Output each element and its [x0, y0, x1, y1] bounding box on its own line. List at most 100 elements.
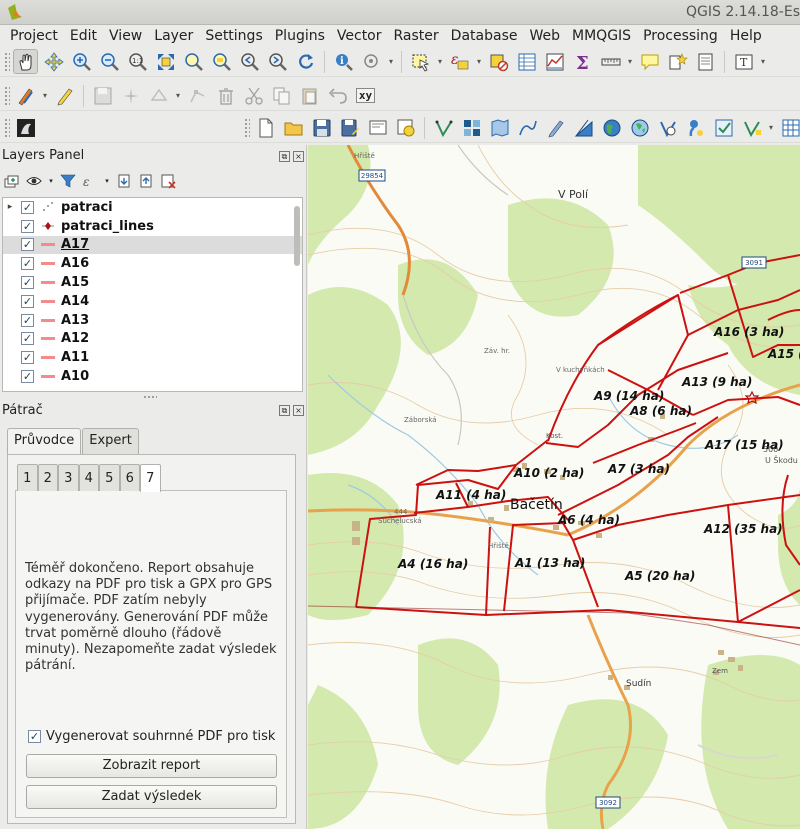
- dropdown-arrow-icon[interactable]: ▾: [767, 123, 775, 132]
- dropdown-arrow-icon[interactable]: ▾: [626, 57, 634, 66]
- step-tab-1[interactable]: 1: [17, 464, 38, 491]
- float-panel-button[interactable]: ⧉: [279, 151, 290, 162]
- attribute-table-icon[interactable]: [514, 49, 539, 74]
- tab-pruvodce[interactable]: Průvodce: [7, 428, 82, 454]
- layer-tree-scrollbar[interactable]: [294, 206, 300, 266]
- zoom-native-icon[interactable]: 1:1: [125, 49, 150, 74]
- measure-icon[interactable]: [598, 49, 623, 74]
- layer-visibility-checkbox[interactable]: [21, 238, 34, 252]
- undo-icon[interactable]: [325, 83, 350, 108]
- search-person-icon[interactable]: [683, 115, 708, 140]
- toolbar-grip[interactable]: [4, 85, 10, 106]
- menu-help[interactable]: Help: [724, 28, 768, 44]
- layer-visibility-checkbox[interactable]: [21, 294, 34, 308]
- pan-hand-icon[interactable]: [13, 49, 38, 74]
- expand-arrow-icon[interactable]: ▸: [3, 202, 17, 212]
- layer-visibility-checkbox[interactable]: [21, 351, 34, 365]
- add-feature-icon[interactable]: [118, 83, 143, 108]
- camera-plugin-icon[interactable]: [13, 115, 38, 140]
- close-panel-button[interactable]: ×: [293, 405, 304, 416]
- delete-selected-icon[interactable]: [213, 83, 238, 108]
- zoom-last-icon[interactable]: [237, 49, 262, 74]
- dropdown-arrow-icon[interactable]: ▾: [475, 57, 483, 66]
- remove-layer-icon[interactable]: [160, 173, 176, 189]
- menu-settings[interactable]: Settings: [199, 28, 268, 44]
- step-tab-7[interactable]: 7: [140, 464, 161, 492]
- add-group-icon[interactable]: [4, 173, 20, 189]
- float-panel-button[interactable]: ⧉: [279, 405, 290, 416]
- sum-icon[interactable]: Σ: [570, 49, 595, 74]
- save-project-icon[interactable]: [309, 115, 334, 140]
- paste-features-icon[interactable]: [297, 83, 322, 108]
- show-report-button[interactable]: Zobrazit report: [26, 754, 277, 778]
- refresh-icon[interactable]: [293, 49, 318, 74]
- step-tab-6[interactable]: 6: [119, 464, 140, 491]
- layer-visibility-checkbox[interactable]: [21, 200, 34, 214]
- visibility-eye-icon[interactable]: [26, 173, 42, 189]
- layer-row-patraci-lines[interactable]: patraci_lines: [3, 217, 302, 236]
- draw-line-icon[interactable]: [515, 115, 540, 140]
- zoom-next-icon[interactable]: [265, 49, 290, 74]
- vertex-sector-icon[interactable]: [655, 115, 680, 140]
- grid-plugin-icon[interactable]: [459, 115, 484, 140]
- zoom-out-icon[interactable]: [97, 49, 122, 74]
- toolbar-grip[interactable]: [244, 117, 250, 138]
- vertex-plugin-icon[interactable]: [431, 115, 456, 140]
- filter-icon[interactable]: [60, 173, 76, 189]
- toolbar-grip[interactable]: [4, 117, 10, 138]
- map-canvas[interactable]: 29854 3091 3092 V Polí Hřiště V kuchyňká…: [308, 145, 800, 829]
- menu-vector[interactable]: Vector: [331, 28, 388, 44]
- layer-visibility-checkbox[interactable]: [21, 332, 34, 346]
- dropdown-arrow-icon[interactable]: ▾: [48, 173, 54, 189]
- menu-edit[interactable]: Edit: [64, 28, 103, 44]
- dropdown-arrow-icon[interactable]: ▾: [104, 173, 110, 189]
- zoom-full-icon[interactable]: [153, 49, 178, 74]
- layer-row-a14[interactable]: A14: [3, 292, 302, 311]
- composer-manager-icon[interactable]: [393, 115, 418, 140]
- zoom-in-icon[interactable]: [69, 49, 94, 74]
- dropdown-arrow-icon[interactable]: ▾: [41, 91, 49, 100]
- new-print-composer-icon[interactable]: [365, 115, 390, 140]
- new-bookmark-icon[interactable]: [665, 49, 690, 74]
- globe-icon[interactable]: [599, 115, 624, 140]
- select-by-expression-icon[interactable]: ε: [447, 49, 472, 74]
- pen-plugin-icon[interactable]: [543, 115, 568, 140]
- layer-visibility-checkbox[interactable]: [21, 276, 34, 290]
- map-tips-icon[interactable]: [359, 49, 384, 74]
- toggle-editing-icon[interactable]: [52, 83, 77, 108]
- menu-processing[interactable]: Processing: [637, 28, 724, 44]
- statistics-icon[interactable]: [542, 49, 567, 74]
- zoom-to-layer-icon[interactable]: [209, 49, 234, 74]
- panel-splitter-handle[interactable]: [143, 395, 157, 399]
- step-tab-5[interactable]: 5: [99, 464, 120, 491]
- layer-visibility-checkbox[interactable]: [21, 219, 34, 233]
- layer-row-a10[interactable]: A10: [3, 367, 302, 386]
- filter-expression-icon[interactable]: ε: [82, 173, 98, 189]
- menu-mmqgis[interactable]: MMQGIS: [566, 28, 637, 44]
- node-tool-icon[interactable]: [185, 83, 210, 108]
- move-feature-icon[interactable]: [146, 83, 171, 108]
- zoom-to-selection-icon[interactable]: [181, 49, 206, 74]
- layer-row-a17[interactable]: A17: [3, 235, 302, 255]
- sector-fan-icon[interactable]: [571, 115, 596, 140]
- menu-view[interactable]: View: [103, 28, 148, 44]
- generate-pdf-option[interactable]: Vygenerovat souhrnné PDF pro tisk: [28, 729, 275, 744]
- search-sectors-icon[interactable]: [487, 115, 512, 140]
- menu-raster[interactable]: Raster: [388, 28, 445, 44]
- generate-pdf-checkbox[interactable]: [28, 730, 41, 743]
- table-grid-icon[interactable]: [778, 115, 800, 140]
- tab-expert[interactable]: Expert: [82, 428, 139, 454]
- menu-web[interactable]: Web: [523, 28, 566, 44]
- layer-row-a11[interactable]: A11: [3, 348, 302, 367]
- select-features-icon[interactable]: [408, 49, 433, 74]
- layer-row-a15[interactable]: A15: [3, 273, 302, 292]
- validate-icon[interactable]: [711, 115, 736, 140]
- open-project-icon[interactable]: [281, 115, 306, 140]
- step-tab-3[interactable]: 3: [58, 464, 79, 491]
- dropdown-arrow-icon[interactable]: ▾: [174, 91, 182, 100]
- save-as-icon[interactable]: [337, 115, 362, 140]
- save-edits-icon[interactable]: [90, 83, 115, 108]
- menu-layer[interactable]: Layer: [148, 28, 199, 44]
- step-tab-2[interactable]: 2: [37, 464, 58, 491]
- pan-to-selection-icon[interactable]: [41, 49, 66, 74]
